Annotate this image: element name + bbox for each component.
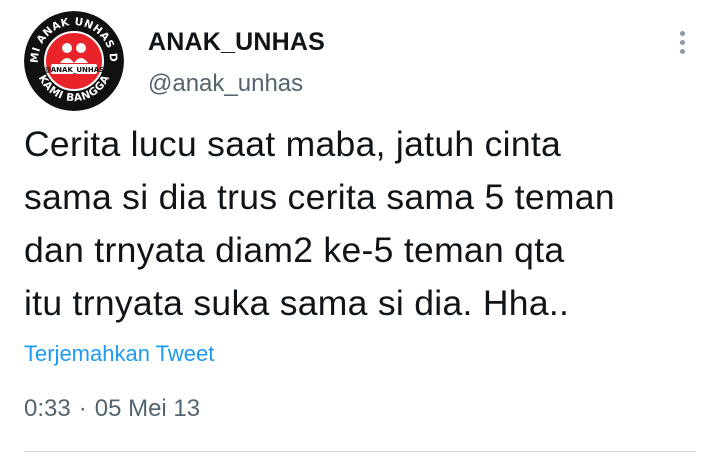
meta-separator: · <box>78 395 87 422</box>
tweet-text-line: Cerita lucu saat maba, jatuh cinta <box>24 124 562 164</box>
tweet-time[interactable]: 0:33 <box>24 395 71 422</box>
dot <box>679 48 685 54</box>
tweet-timestamp: 0:33 · 05 Mei 13 <box>24 395 200 423</box>
tweet-card: KAMI ANAK UNHAS DAN KAMI BANGGA @ANAK_UN… <box>0 0 719 458</box>
dot <box>679 39 685 45</box>
avatar[interactable]: KAMI ANAK UNHAS DAN KAMI BANGGA @ANAK_UN… <box>24 11 124 111</box>
translate-tweet-link[interactable]: Terjemahkan Tweet <box>24 341 214 367</box>
avatar-logo: KAMI ANAK UNHAS DAN KAMI BANGGA @ANAK_UN… <box>24 11 124 111</box>
dot <box>679 30 685 36</box>
svg-text:@ANAK_UNHAS: @ANAK_UNHAS <box>44 66 104 74</box>
tweet-text-line: itu trnyata suka sama si dia. Hha.. <box>24 283 570 323</box>
more-vertical-icon[interactable] <box>668 26 696 58</box>
tweet-text-line: dan trnyata diam2 ke-5 teman qta <box>24 230 565 270</box>
tweet-text: Cerita lucu saat maba, jatuh cinta sama … <box>24 118 704 330</box>
display-name[interactable]: ANAK_UNHAS <box>148 28 325 57</box>
tweet-text-line: sama si dia trus cerita sama 5 teman <box>24 177 615 217</box>
handle[interactable]: @anak_unhas <box>148 70 303 98</box>
tweet-date[interactable]: 05 Mei 13 <box>95 395 200 422</box>
divider <box>24 451 696 452</box>
